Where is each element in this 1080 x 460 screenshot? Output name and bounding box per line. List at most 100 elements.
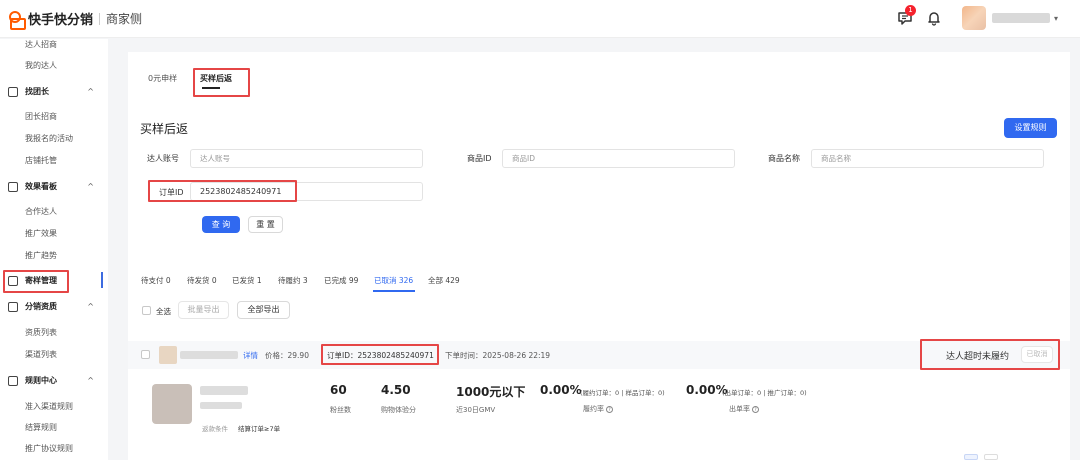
- return-condition-value: 结算订单≥7单: [238, 425, 281, 433]
- pagination-button[interactable]: [984, 454, 998, 460]
- return-condition-label: 返款条件: [202, 425, 228, 433]
- status-tab-pending-fulfil[interactable]: 待履约 3: [278, 275, 308, 286]
- sidebar-item-my-talents[interactable]: 我的达人: [25, 60, 57, 71]
- order-row-checkbox[interactable]: [141, 350, 150, 359]
- sidebar-group-find-leader[interactable]: 找团长 ^: [8, 86, 98, 97]
- talent-name-blurred: [200, 386, 248, 395]
- tab-buy-then-refund[interactable]: 买样后返: [200, 73, 232, 84]
- tab-free-sample[interactable]: 0元申样: [148, 73, 177, 84]
- order-time: 下单时间：2025-08-26 22:19: [445, 351, 551, 360]
- metric-fulfil-rate-label-text: 履约率: [583, 405, 604, 413]
- chart-icon: [8, 181, 18, 192]
- sidebar-item-my-activities[interactable]: 我报名的活动: [25, 133, 73, 144]
- search-button[interactable]: 查 询: [202, 216, 240, 233]
- status-tab-shipped[interactable]: 已发货 1: [232, 275, 262, 286]
- sidebar-item-talent-recruit[interactable]: 达人招商: [25, 39, 57, 50]
- chevron-down-icon[interactable]: ▾: [1054, 14, 1058, 23]
- talent-avatar-blurred: [152, 384, 192, 424]
- flag-icon: [8, 86, 18, 97]
- sidebar-item-promo-effect[interactable]: 推广效果: [25, 228, 57, 239]
- sidebar-group-dashboard[interactable]: 效果看板 ^: [8, 181, 98, 192]
- sidebar-item-leader-recruit[interactable]: 团长招商: [25, 111, 57, 122]
- logo-divider: [99, 12, 101, 25]
- metric-fulfil-rate-sub: (履约订单：0 | 样品订单：0): [580, 389, 665, 397]
- sidebar-group-rules[interactable]: 规则中心 ^: [8, 375, 98, 386]
- status-tab-all[interactable]: 全部 429: [428, 275, 460, 286]
- select-all-label: 全选: [156, 307, 171, 316]
- order-id-input[interactable]: 2523802485240971: [190, 182, 423, 201]
- sidebar-group-label: 找团长: [25, 87, 49, 96]
- sidebar-active-indicator: [101, 272, 103, 288]
- product-id-input[interactable]: 商品ID: [502, 149, 735, 168]
- sample-icon: [8, 275, 18, 286]
- talent-account-label: 达人账号: [147, 154, 179, 163]
- metric-experience-label: 购物体验分: [381, 406, 416, 414]
- main-panel: 0元申样 买样后返 买样后返 设置规则 达人账号 达人账号 商品ID 商品ID …: [128, 52, 1070, 460]
- metric-fulfil-rate-label: 履约率?: [583, 404, 613, 414]
- sidebar-item-settlement-rules[interactable]: 结算规则: [25, 422, 57, 433]
- order-row-header: 详情 价格：29.90 订单ID：2523802485240971 下单时间：2…: [128, 341, 1070, 369]
- reset-button[interactable]: 重 置: [248, 216, 283, 233]
- sidebar-item-qualification-list[interactable]: 资质列表: [25, 327, 57, 338]
- logo-text: 快手快分销: [28, 13, 94, 28]
- user-avatar[interactable]: [961, 6, 986, 30]
- sidebar-group-label: 效果看板: [25, 182, 57, 191]
- sidebar-item-sample-management[interactable]: 寄样管理: [8, 275, 98, 286]
- product-name-blurred: [180, 351, 238, 359]
- order-status-reason: 达人超时未履约: [946, 352, 1010, 362]
- sidebar-group-label: 规则中心: [25, 376, 57, 385]
- order-id-label: 订单ID: [159, 188, 184, 197]
- settings-rules-button[interactable]: 设置规则: [1004, 118, 1057, 138]
- message-icon[interactable]: 1: [896, 5, 916, 27]
- portal-name: 商家侧: [106, 12, 143, 26]
- page-title: 买样后返: [140, 122, 189, 136]
- sidebar-item-channel-list[interactable]: 渠道列表: [25, 349, 57, 360]
- sidebar-group-label: 分销资质: [25, 302, 57, 311]
- shield-icon: [8, 301, 18, 312]
- select-all-checkbox[interactable]: [142, 306, 151, 315]
- chevron-up-icon: ^: [87, 87, 94, 96]
- bell-icon[interactable]: [926, 10, 942, 26]
- status-tab-active-underline: [373, 290, 415, 292]
- metric-fulfil-rate-value: 0.00%: [540, 383, 582, 397]
- order-price: 价格：29.90: [265, 351, 309, 360]
- help-icon[interactable]: ?: [606, 405, 613, 413]
- metric-gmv-label: 近30日GMV: [456, 406, 496, 414]
- status-tab-completed[interactable]: 已完成 99: [324, 275, 358, 286]
- chevron-up-icon: ^: [87, 376, 94, 385]
- status-tab-pending-payment[interactable]: 待支付 0: [141, 275, 171, 286]
- sidebar-item-partner-talents[interactable]: 合作达人: [25, 206, 57, 217]
- message-count-badge: 1: [904, 5, 916, 16]
- metric-experience-value: 4.50: [381, 383, 411, 397]
- sidebar-group-label: 寄样管理: [25, 276, 57, 285]
- order-id-text[interactable]: 订单ID：2523802485240971: [327, 350, 434, 361]
- tab-active-underline: [202, 87, 220, 89]
- help-icon[interactable]: ?: [752, 405, 759, 413]
- sidebar-item-store-hosting[interactable]: 店铺托管: [25, 155, 57, 166]
- sidebar-group-qualification[interactable]: 分销资质 ^: [8, 301, 98, 312]
- talent-id-blurred: [200, 402, 242, 409]
- metric-gmv-value: 1000元以下: [456, 385, 526, 399]
- talent-account-input[interactable]: 达人账号: [190, 149, 423, 168]
- rules-icon: [8, 375, 18, 386]
- metric-order-rate-label-text: 出单率: [729, 405, 750, 413]
- username-blurred[interactable]: [991, 13, 1050, 23]
- chevron-up-icon: ^: [87, 182, 94, 191]
- status-tab-pending-ship[interactable]: 待发货 0: [187, 275, 217, 286]
- batch-export-button[interactable]: 批量导出: [178, 301, 229, 319]
- chevron-up-icon: ^: [87, 302, 94, 311]
- sidebar-item-promo-trend[interactable]: 推广趋势: [25, 250, 57, 261]
- sidebar-item-promo-agreement[interactable]: 推广协议规则: [25, 443, 73, 454]
- kuaishou-logo-icon: [8, 10, 26, 30]
- sidebar: 达人招商 我的达人 找团长 ^ 团长招商 我报名的活动 店铺托管 效果看板 ^ …: [0, 39, 108, 460]
- order-detail-link[interactable]: 详情: [243, 350, 258, 361]
- metric-order-rate-label: 出单率?: [729, 404, 759, 414]
- status-tab-cancelled[interactable]: 已取消 326: [374, 275, 413, 286]
- product-name-input[interactable]: 商品名称: [811, 149, 1044, 168]
- pagination-button[interactable]: [964, 454, 978, 460]
- metric-order-rate-sub: (出单订单：0 | 推广订单：0): [722, 389, 807, 397]
- logo[interactable]: 快手快分销 商家侧: [8, 9, 143, 30]
- export-all-button[interactable]: 全部导出: [237, 301, 290, 319]
- sidebar-item-admission-rules[interactable]: 准入渠道规则: [25, 401, 73, 412]
- metric-fans-label: 粉丝数: [330, 406, 351, 414]
